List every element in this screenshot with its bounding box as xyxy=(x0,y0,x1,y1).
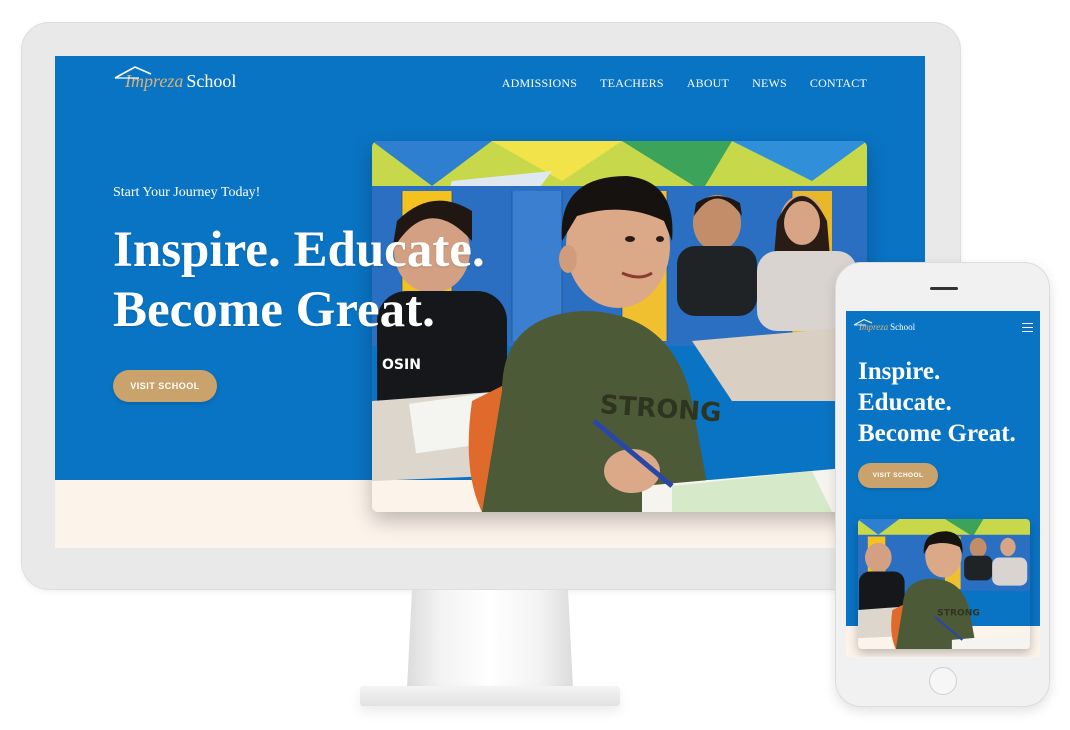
nav-contact[interactable]: CONTACT xyxy=(810,76,867,91)
visit-school-button[interactable]: VISIT SCHOOL xyxy=(113,370,217,402)
hero-headline-line2: Become Great. xyxy=(113,282,435,338)
desktop-monitor: Impreza School ADMISSIONS TEACHERS ABOUT… xyxy=(21,22,961,590)
monitor-stand-base xyxy=(360,686,620,706)
phone-speaker xyxy=(930,287,958,290)
nav-about[interactable]: ABOUT xyxy=(687,76,729,91)
mobile-classroom-photo-illustration: STRONG xyxy=(858,519,1030,649)
roof-logo-icon xyxy=(853,318,873,326)
nav-news[interactable]: NEWS xyxy=(752,76,787,91)
mobile-visit-school-button[interactable]: VISIT SCHOOL xyxy=(858,463,938,488)
mobile-boy-shirt-text: STRONG xyxy=(937,608,980,618)
phone-home-button[interactable] xyxy=(929,667,957,695)
desktop-screen: Impreza School ADMISSIONS TEACHERS ABOUT… xyxy=(55,56,925,548)
mobile-hero-photo: STRONG xyxy=(858,519,1030,649)
mobile-headline-line3: Become Great. xyxy=(858,420,1016,447)
main-nav: ADMISSIONS TEACHERS ABOUT NEWS CONTACT xyxy=(502,76,867,91)
site-logo[interactable]: Impreza School xyxy=(113,66,237,92)
logo-text-school: School xyxy=(186,71,237,91)
mobile-site-logo[interactable]: Impreza School xyxy=(853,318,916,332)
hamburger-menu-icon[interactable] xyxy=(1022,323,1033,332)
hero-headline: Inspire. Educate. Become Great. xyxy=(113,220,485,340)
nav-teachers[interactable]: TEACHERS xyxy=(600,76,664,91)
mobile-headline-line2: Educate. xyxy=(858,389,952,416)
girl-shirt-text: OSIN xyxy=(382,357,421,373)
hero-tagline: Start Your Journey Today! xyxy=(113,185,261,200)
mobile-hero-headline: Inspire. Educate. Become Great. xyxy=(858,356,1016,449)
mobile-headline-line1: Inspire. xyxy=(858,358,941,385)
roof-logo-icon xyxy=(114,66,152,79)
mobile-screen: Impreza School Inspire. Educate. Become … xyxy=(846,311,1040,657)
logo-text-school: School xyxy=(890,322,916,332)
nav-admissions[interactable]: ADMISSIONS xyxy=(502,76,577,91)
monitor-stand-neck xyxy=(407,590,573,688)
mobile-phone: Impreza School Inspire. Educate. Become … xyxy=(835,262,1050,707)
hero-headline-line1: Inspire. Educate. xyxy=(113,222,485,278)
